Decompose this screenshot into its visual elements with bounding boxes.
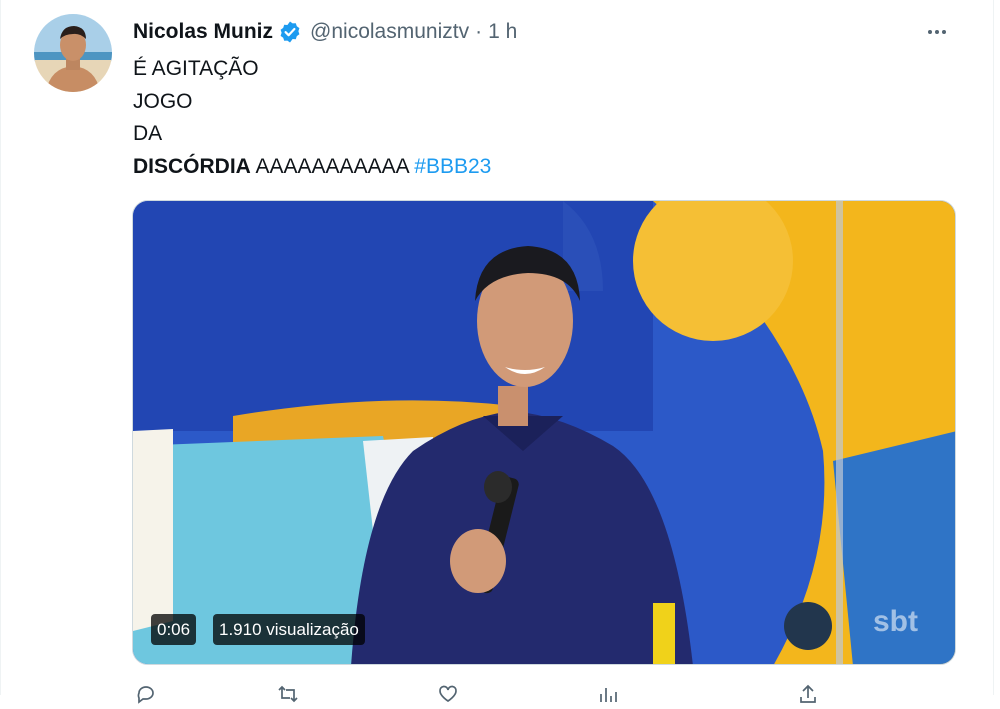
tweet-actions — [132, 684, 832, 704]
avatar-image — [34, 14, 112, 92]
video-player[interactable]: sbt — [132, 200, 956, 665]
tweet-text-line: JOGO — [133, 89, 193, 113]
video-duration: 0:06 — [151, 614, 197, 645]
sbt-watermark: sbt — [873, 605, 918, 638]
views-icon[interactable] — [598, 684, 618, 704]
author-handle[interactable]: @nicolasmuniztv — [310, 20, 469, 44]
tweet-timestamp[interactable]: 1 h — [488, 20, 517, 44]
video-frame: sbt — [133, 201, 955, 664]
like-icon[interactable] — [438, 684, 458, 704]
tweet-header: Nicolas Muniz @nicolasmuniztv · 1 h — [133, 16, 517, 48]
header-separator: · — [475, 20, 483, 43]
tweet-card[interactable]: Nicolas Muniz @nicolasmuniztv · 1 h É AG… — [0, 0, 994, 704]
more-horizontal-icon[interactable] — [923, 21, 951, 43]
retweet-icon[interactable] — [278, 684, 298, 704]
reply-icon[interactable] — [136, 684, 156, 704]
bold-word: DISCÓRDIA — [133, 154, 251, 178]
share-icon[interactable] — [798, 684, 818, 704]
hashtag-link[interactable]: #BBB23 — [414, 155, 491, 178]
tweet-text-line: DISCÓRDIA AAAAAAAAAAA #BBB23 — [133, 151, 491, 184]
plain-text: AAAAAAAAAAA — [250, 154, 415, 178]
author-display-name[interactable]: Nicolas Muniz — [133, 20, 273, 44]
tweet-text-line: DA — [133, 122, 163, 145]
avatar[interactable] — [34, 14, 112, 92]
video-views: 1.910 visualização — [213, 614, 365, 645]
tweet-text-line: É AGITAÇÃO — [133, 57, 259, 80]
verified-badge-icon — [278, 20, 302, 44]
tweet-text: É AGITAÇÃO JOGO DA DISCÓRDIA AAAAAAAAAAA… — [133, 53, 491, 183]
